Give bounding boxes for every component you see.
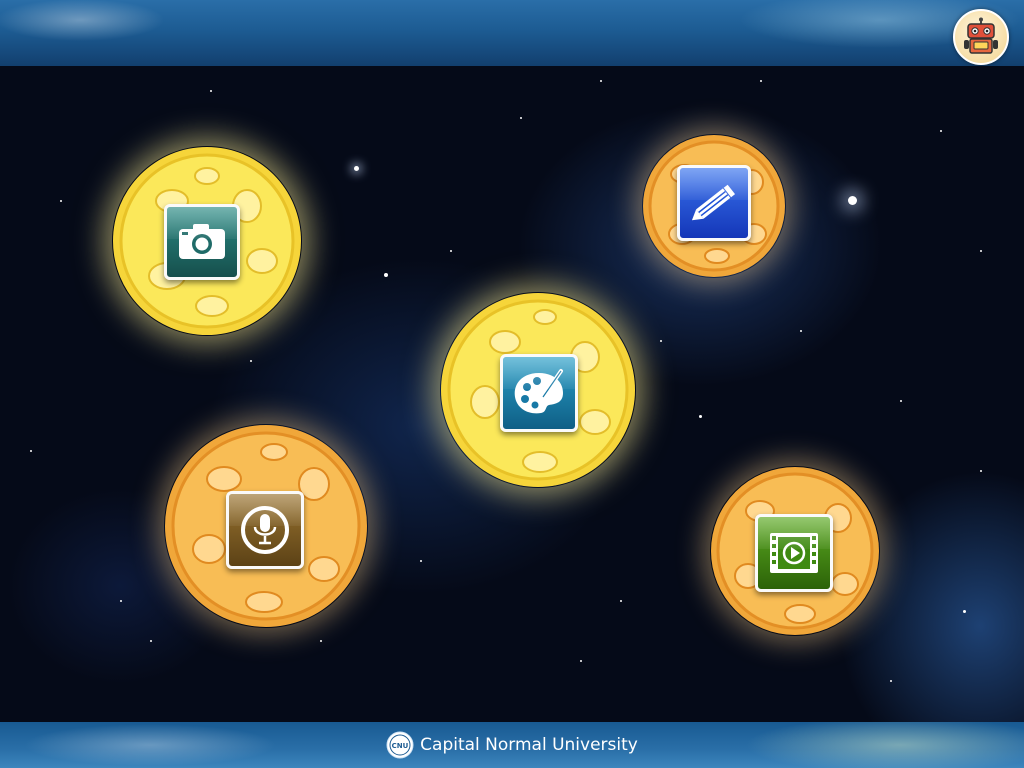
university-logo-icon: CNU xyxy=(386,731,414,759)
camera-planet[interactable] xyxy=(112,146,302,336)
video-planet[interactable] xyxy=(710,466,880,636)
star xyxy=(120,600,122,602)
star xyxy=(900,400,902,402)
draw-planet[interactable] xyxy=(642,134,786,278)
star xyxy=(890,680,892,682)
star xyxy=(320,640,322,642)
star xyxy=(354,166,359,171)
video-app-button[interactable] xyxy=(755,514,833,592)
pencil-icon xyxy=(691,184,736,221)
robot-icon xyxy=(964,17,998,54)
robot-assistant-button[interactable] xyxy=(953,9,1009,65)
top-bar xyxy=(0,0,1024,66)
star xyxy=(420,560,422,562)
star xyxy=(940,130,942,132)
star xyxy=(250,360,252,362)
star xyxy=(620,600,622,602)
star xyxy=(450,250,452,252)
star xyxy=(760,80,762,82)
star xyxy=(980,250,982,252)
star xyxy=(963,610,966,613)
star xyxy=(520,117,522,119)
star xyxy=(384,273,388,277)
star xyxy=(30,450,32,452)
microphone-icon xyxy=(241,506,289,554)
logo-text: CNU xyxy=(392,742,409,750)
paint-app-button[interactable] xyxy=(500,354,578,432)
institution-name: Capital Normal University xyxy=(420,735,638,755)
star xyxy=(699,415,702,418)
star xyxy=(600,80,602,82)
star xyxy=(210,90,212,92)
camera-icon xyxy=(179,224,225,259)
star xyxy=(848,196,857,205)
record-planet[interactable] xyxy=(164,424,368,628)
record-app-button[interactable] xyxy=(226,491,304,569)
star xyxy=(800,330,802,332)
palette-icon xyxy=(514,369,563,414)
star xyxy=(60,200,62,202)
film-play-icon xyxy=(770,533,818,573)
camera-app-button[interactable] xyxy=(164,204,240,280)
star xyxy=(980,470,982,472)
paint-planet[interactable] xyxy=(440,292,636,488)
star xyxy=(660,340,662,342)
star xyxy=(580,660,582,662)
star xyxy=(150,640,152,642)
draw-app-button[interactable] xyxy=(677,165,751,241)
footer-branding: CNU Capital Normal University xyxy=(0,722,1024,768)
